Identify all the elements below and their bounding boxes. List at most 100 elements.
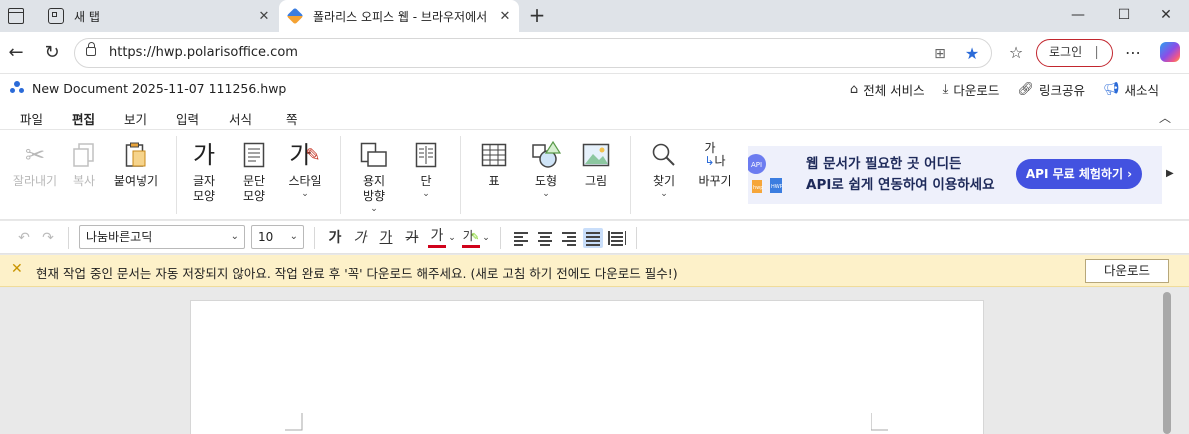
style-button[interactable]: 가 ✎ 스타일 ⌄ bbox=[282, 130, 328, 200]
margin-corner-mark bbox=[871, 413, 888, 431]
menu-edit[interactable]: 편집 bbox=[69, 109, 98, 134]
chevron-down-icon: ⌄ bbox=[230, 231, 239, 242]
search-icon bbox=[651, 140, 677, 170]
new-tab-icon bbox=[48, 8, 64, 24]
address-bar[interactable]: https://hwp.polarisoffice.com ⊞ ★ bbox=[74, 38, 992, 68]
ribbon-separator bbox=[176, 136, 177, 214]
maximize-button[interactable]: ☐ bbox=[1101, 0, 1147, 32]
menu-page[interactable]: 쪽 bbox=[286, 109, 298, 128]
ribbon-separator bbox=[340, 136, 341, 214]
strikethrough-button[interactable]: 가 bbox=[402, 228, 422, 248]
char-shape-button[interactable]: 가 글자 모양 bbox=[184, 130, 224, 204]
replace-button[interactable]: 가 ↳나 바꾸기 bbox=[692, 130, 738, 189]
columns-icon bbox=[415, 140, 437, 170]
url-text[interactable]: https://hwp.polarisoffice.com bbox=[109, 45, 298, 60]
browser-tab-new[interactable]: 새 탭 ✕ bbox=[40, 0, 278, 32]
window-menu-icon[interactable] bbox=[8, 8, 24, 24]
toolbar-separator bbox=[68, 227, 69, 249]
align-center-icon[interactable] bbox=[535, 228, 555, 248]
menu-view[interactable]: 보기 bbox=[124, 109, 147, 128]
browser-tab-polaris[interactable]: 폴라리스 오피스 웹 - 브라우저에서 ✕ bbox=[279, 0, 519, 32]
warning-text: 현재 작업 중인 문서는 자동 저장되지 않아요. 작업 완료 후 '꼭' 다운… bbox=[36, 266, 678, 281]
news-link[interactable]: 📢︎ 새소식 bbox=[1103, 80, 1159, 99]
api-trial-button[interactable]: API 무료 체험하기 › bbox=[1016, 159, 1142, 189]
columns-button[interactable]: 단 ⌄ bbox=[408, 130, 444, 199]
chevron-down-icon: ⌄ bbox=[289, 231, 298, 242]
profile-icon: ❘ bbox=[1091, 45, 1102, 60]
app-header: New Document 2025-11-07 111256.hwp ⌂ 전체 … bbox=[0, 74, 1189, 104]
menu-insert[interactable]: 입력 bbox=[176, 109, 199, 128]
profile-login-button[interactable]: 로그인 ❘ bbox=[1036, 39, 1113, 67]
align-justify-icon[interactable] bbox=[583, 228, 603, 248]
ribbon-scroll-right-icon[interactable]: ▶ bbox=[1166, 168, 1174, 179]
svg-text:hwp: hwp bbox=[753, 185, 763, 191]
paste-button[interactable]: 붙여넣기 bbox=[108, 130, 164, 189]
menu-file[interactable]: 파일 bbox=[20, 109, 43, 128]
copilot-icon[interactable] bbox=[1160, 42, 1180, 62]
close-icon[interactable]: ✕ bbox=[11, 261, 23, 277]
toolbar-separator bbox=[314, 227, 315, 249]
document-page[interactable] bbox=[190, 300, 984, 434]
favorites-icon[interactable]: ☆ bbox=[1004, 41, 1028, 65]
highlighter-icon: ✎ bbox=[470, 232, 480, 243]
font-family-select[interactable]: 나눔바른고딕 ⌄ bbox=[79, 225, 245, 249]
toolbar-separator bbox=[636, 227, 637, 249]
format-toolbar: ↶ ↷ 나눔바른고딕 ⌄ 10 ⌄ 가 가 가 가 가 ⌄ 가✎ ⌄ bbox=[0, 221, 1189, 254]
align-distribute-icon[interactable] bbox=[607, 228, 627, 248]
style-brush-icon: 가 ✎ bbox=[289, 140, 321, 169]
redo-icon[interactable]: ↷ bbox=[38, 228, 58, 248]
app-available-icon[interactable]: ⊞ bbox=[930, 44, 950, 64]
find-button[interactable]: 찾기 ⌄ bbox=[644, 130, 684, 199]
chevron-down-icon[interactable]: ⌄ bbox=[481, 228, 491, 248]
ribbon-separator bbox=[460, 136, 461, 214]
lock-icon[interactable] bbox=[86, 42, 96, 56]
align-left-icon[interactable] bbox=[511, 228, 531, 248]
scissors-icon: ✂ bbox=[24, 140, 46, 169]
clipboard-icon bbox=[125, 140, 147, 170]
collapse-ribbon-icon[interactable]: ︿ bbox=[1159, 109, 1171, 126]
copy-button[interactable]: 복사 bbox=[64, 130, 104, 189]
polaris-office-icon bbox=[286, 7, 304, 25]
picture-button[interactable]: 그림 bbox=[576, 130, 616, 189]
link-share-link[interactable]: 🔗︎ 링크공유 bbox=[1017, 80, 1085, 99]
page-orientation-icon bbox=[360, 140, 388, 170]
minimize-button[interactable]: — bbox=[1055, 0, 1101, 32]
highlight-button[interactable]: 가✎ bbox=[462, 228, 480, 248]
close-window-button[interactable]: ✕ bbox=[1143, 0, 1189, 32]
underline-button[interactable]: 가 bbox=[376, 228, 396, 248]
close-tab-icon[interactable]: ✕ bbox=[495, 9, 515, 24]
font-color-button[interactable]: 가 bbox=[428, 228, 446, 248]
undo-icon[interactable]: ↶ bbox=[14, 228, 34, 248]
browser-tab-strip: 새 탭 ✕ 폴라리스 오피스 웹 - 브라우저에서 ✕ + — ☐ ✕ bbox=[0, 0, 1189, 32]
back-button[interactable]: ← bbox=[4, 41, 28, 65]
close-tab-icon[interactable]: ✕ bbox=[254, 9, 274, 24]
para-shape-button[interactable]: 문단 모양 bbox=[234, 130, 274, 204]
page-orientation-button[interactable]: 용지 방향 ⌄ bbox=[352, 130, 396, 214]
megaphone-icon: 📢︎ bbox=[1102, 82, 1120, 97]
table-icon bbox=[481, 140, 507, 170]
chevron-down-icon: ⌄ bbox=[422, 189, 430, 199]
shape-button[interactable]: 도형 ⌄ bbox=[526, 130, 566, 199]
reload-button[interactable]: ↻ bbox=[40, 41, 64, 65]
warning-download-button[interactable]: 다운로드 bbox=[1085, 259, 1169, 283]
all-services-link[interactable]: ⌂ 전체 서비스 bbox=[850, 80, 925, 99]
api-ad-banner[interactable]: API hwp HWP 웹 문서가 필요한 곳 어디든 API로 쉽게 연동하여 이… bbox=[746, 146, 1162, 204]
document-title[interactable]: New Document 2025-11-07 111256.hwp bbox=[32, 81, 286, 96]
margin-corner-mark bbox=[285, 413, 303, 431]
polaris-logo-icon bbox=[10, 81, 24, 95]
font-size-select[interactable]: 10 ⌄ bbox=[251, 225, 304, 249]
align-right-icon[interactable] bbox=[559, 228, 579, 248]
menu-format[interactable]: 서식 bbox=[229, 109, 252, 128]
vertical-scrollbar[interactable] bbox=[1163, 292, 1171, 434]
italic-button[interactable]: 가 bbox=[350, 228, 370, 248]
table-button[interactable]: 표 bbox=[474, 130, 514, 189]
more-menu-icon[interactable]: ⋯ bbox=[1121, 41, 1145, 65]
link-icon: 🔗︎ bbox=[1017, 82, 1034, 97]
cut-button[interactable]: ✂ 잘라내기 bbox=[10, 130, 60, 189]
bold-button[interactable]: 가 bbox=[325, 228, 345, 248]
new-tab-button[interactable]: + bbox=[527, 4, 547, 28]
favorite-star-icon[interactable]: ★ bbox=[962, 44, 982, 64]
download-link[interactable]: ⤓ 다운로드 bbox=[943, 80, 1000, 99]
chevron-down-icon[interactable]: ⌄ bbox=[447, 228, 457, 248]
svg-text:API: API bbox=[751, 161, 762, 169]
